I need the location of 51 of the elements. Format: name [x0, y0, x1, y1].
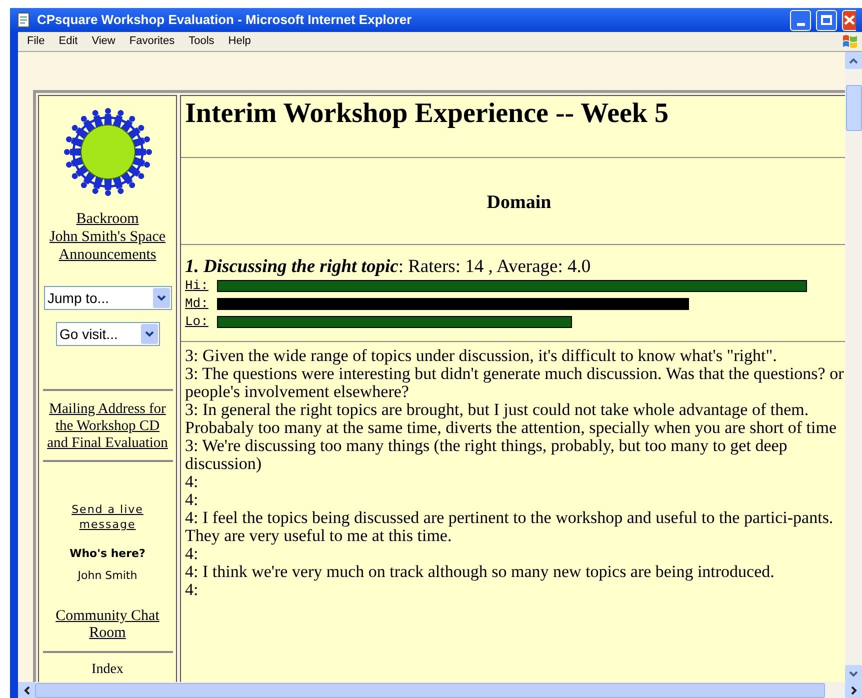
scroll-left-button[interactable]: [18, 682, 35, 698]
comment-text: 3: In general the right topics are brought, but I just could not take whole advantage of them. Probabaly too many at the same time, diverts the attention, specially when you are short of time: [185, 400, 838, 436]
comment-text: 3: The questions were interesting but didn't generate much discussion. Was that the questions? or people's involvement elsewhere?: [185, 364, 845, 400]
chat-room-link[interactable]: Community Chat Room: [39, 608, 176, 642]
menu-item[interactable]: Edit: [52, 33, 85, 50]
comment-text: 4:: [185, 490, 200, 508]
sidebar-link[interactable]: John Smith's Space: [49, 228, 166, 246]
rating-label: Lo:: [185, 312, 210, 331]
rating-label: Md:: [185, 294, 210, 313]
maximize-button[interactable]: [816, 10, 837, 30]
chevron-down-icon: [849, 670, 858, 676]
menu-item[interactable]: Favorites: [122, 33, 182, 50]
page-icon: [16, 12, 32, 28]
comment-text: 4: I feel the topics being discussed are pertinent to the workshop and useful to the partici-pants. They are very useful to me at this time.: [185, 508, 834, 544]
sidebar-link[interactable]: Announcements: [58, 246, 156, 264]
menu-item[interactable]: View: [84, 33, 122, 50]
mailing-address-link[interactable]: Mailing Address for the Workshop CD and Final Evaluation: [39, 401, 176, 452]
scroll-up-button[interactable]: [845, 52, 862, 69]
chevron-down-icon: [144, 331, 154, 337]
scroll-down-button[interactable]: [845, 665, 862, 682]
user-name: John Smith: [78, 568, 138, 584]
windows-logo-icon: [840, 32, 860, 50]
dropdown[interactable]: Jump to...: [44, 286, 172, 310]
chevron-down-icon: [156, 295, 166, 301]
chevron-right-icon: [850, 686, 856, 694]
window-title: CPsquare Workshop Evaluation - Microsoft Internet Explorer: [37, 11, 413, 30]
index-link[interactable]: Index: [92, 659, 124, 680]
comment-text: 3: We're discussing too many things (the right things, probably, but too many to get deep discussion): [185, 436, 788, 472]
comment-text: 4:: [185, 472, 198, 490]
scroll-thumb[interactable]: [846, 85, 862, 131]
comment-text: 4:: [185, 544, 198, 562]
live-message-link[interactable]: Send a live message: [39, 502, 176, 532]
whos-here-heading: Who's here?: [70, 546, 146, 562]
close-button[interactable]: [842, 10, 856, 30]
menu-item[interactable]: File: [20, 33, 52, 50]
question-line: 1. Discussing the right topic: Raters: 14 , Average: 4.0: [185, 256, 592, 276]
sidebar-link[interactable]: Backroom: [76, 210, 139, 228]
minimize-button[interactable]: [790, 10, 811, 30]
menu-item[interactable]: Help: [221, 33, 258, 50]
section-heading: Domain: [486, 191, 552, 215]
page-heading: Interim Workshop Experience -- Week 5: [185, 98, 670, 130]
rating-label: Hi:: [185, 276, 210, 295]
menu-item[interactable]: Tools: [182, 33, 222, 50]
comment-text: 4:: [185, 580, 200, 598]
chevron-up-icon: [849, 58, 858, 64]
comment-text: 4: I think we're very much on track although so many new topics are being introduced.: [185, 562, 776, 580]
comment-text: 3: Given the wide range of topics under discussion, it's difficult to know what's "right".: [185, 346, 778, 364]
vertical-scrollbar[interactable]: [845, 52, 862, 682]
scroll-right-button[interactable]: [845, 682, 862, 698]
dropdown[interactable]: Go visit...: [56, 322, 160, 346]
chevron-left-icon: [24, 686, 30, 694]
